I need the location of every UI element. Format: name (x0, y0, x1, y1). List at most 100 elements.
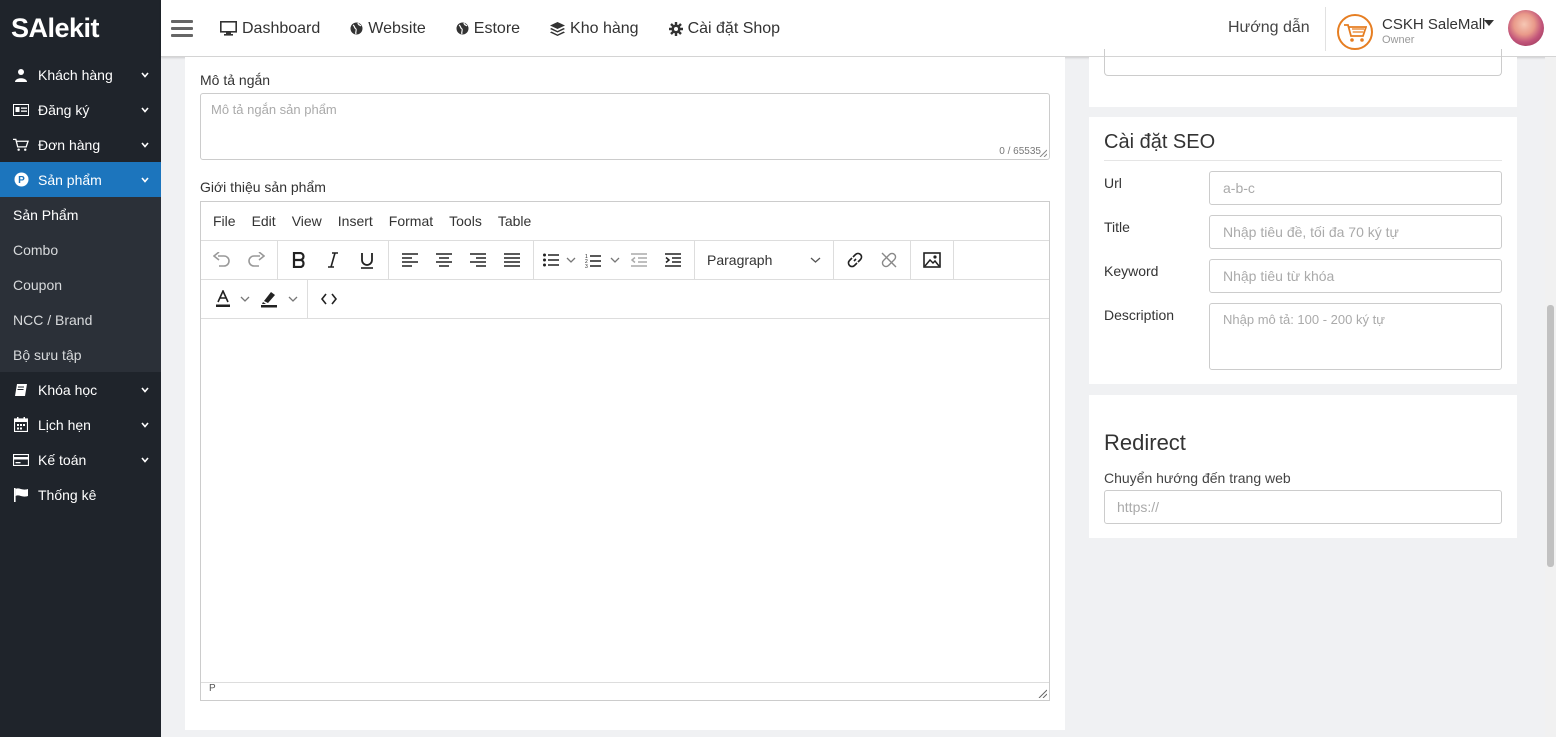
chevron-down-icon (141, 177, 149, 183)
sidebar: SAlekit Khách hàng Đăng ký Đơn hàng P Sả… (0, 0, 161, 737)
sidebar-item-khoa-hoc[interactable]: Khóa học (0, 372, 161, 407)
redirect-url-input[interactable]: https:// (1104, 490, 1502, 524)
topnav-kho-hang[interactable]: Kho hàng (550, 20, 639, 38)
sidebar-item-san-pham[interactable]: P Sản phẩm (0, 162, 161, 197)
bullet-list-icon[interactable] (538, 245, 564, 275)
sidebar-item-khach-hang[interactable]: Khách hàng (0, 57, 161, 92)
editor-content-area[interactable] (201, 319, 1049, 683)
menu-edit[interactable]: Edit (252, 213, 276, 229)
cart-icon (13, 137, 29, 153)
outdent-icon[interactable] (622, 245, 656, 275)
seo-description-placeholder: Nhập mô tả: 100 - 200 ký tự (1223, 312, 1385, 327)
sidebar-subitem-ncc-brand[interactable]: NCC / Brand (0, 302, 161, 337)
avatar[interactable] (1508, 10, 1544, 46)
menu-tools[interactable]: Tools (449, 213, 482, 229)
sidebar-item-thong-ke[interactable]: Thống kê (0, 477, 161, 512)
divider (1325, 7, 1326, 51)
sidebar-subitem-bo-suu-tap[interactable]: Bộ sưu tập (0, 337, 161, 372)
seo-title-placeholder: Nhập tiêu đề, tối đa 70 ký tự (1223, 224, 1399, 240)
editor-toolbar: 123 Paragraph (201, 240, 1049, 280)
bold-icon[interactable] (282, 245, 316, 275)
chevron-down-icon[interactable] (235, 295, 255, 303)
sidebar-item-label: Sản phẩm (38, 171, 102, 188)
flag-icon (13, 487, 29, 503)
sidebar-item-dang-ky[interactable]: Đăng ký (0, 92, 161, 127)
brand-logo[interactable]: SAlekit (0, 0, 161, 57)
block-format-select[interactable]: Paragraph (699, 252, 829, 268)
short-description-textarea[interactable]: Mô tả ngắn sản phẩm 0 / 65535 (200, 93, 1050, 160)
seo-description-textarea[interactable]: Nhập mô tả: 100 - 200 ký tự (1209, 303, 1502, 370)
seo-settings-card: Cài đặt SEO Url a-b-c Title Nhập tiêu đề… (1089, 117, 1517, 384)
hamburger-menu-icon[interactable] (171, 20, 193, 38)
resize-handle-icon[interactable] (1038, 689, 1047, 698)
scrollbar-thumb[interactable] (1547, 305, 1554, 567)
menu-table[interactable]: Table (498, 213, 531, 229)
topnav-estore[interactable]: Estore (456, 20, 520, 38)
seo-keyword-placeholder: Nhập tiêu từ khóa (1223, 268, 1335, 284)
highlight-color-icon[interactable] (255, 284, 283, 314)
sidebar-subitem-coupon[interactable]: Coupon (0, 267, 161, 302)
rich-text-editor: File Edit View Insert Format Tools Table (200, 201, 1050, 701)
seo-keyword-input[interactable]: Nhập tiêu từ khóa (1209, 259, 1502, 293)
numbered-list-icon[interactable]: 123 (578, 245, 608, 275)
align-right-icon[interactable] (461, 245, 495, 275)
italic-icon[interactable] (316, 245, 350, 275)
menu-file[interactable]: File (213, 213, 236, 229)
monitor-icon (220, 21, 237, 36)
topnav-dashboard[interactable]: Dashboard (220, 20, 320, 38)
image-icon[interactable] (915, 245, 949, 275)
shopping-basket-icon (1344, 24, 1367, 42)
caret-down-icon[interactable] (1484, 20, 1494, 26)
sidebar-item-label: Khách hàng (38, 66, 113, 83)
redo-icon[interactable] (239, 245, 273, 275)
topnav-label: Website (368, 19, 426, 37)
sidebar-subitem-san-pham[interactable]: Sản Phẩm (0, 197, 161, 232)
resize-handle-icon[interactable] (1039, 149, 1047, 157)
source-code-icon[interactable] (312, 284, 346, 314)
topnav-cai-dat-shop[interactable]: Cài đặt Shop (668, 20, 780, 38)
element-path[interactable]: P (209, 683, 216, 694)
menu-format[interactable]: Format (389, 213, 433, 229)
user-name[interactable]: CSKH SaleMall (1382, 16, 1485, 33)
align-left-icon[interactable] (393, 245, 427, 275)
seo-url-label: Url (1104, 175, 1122, 191)
shop-logo[interactable] (1337, 14, 1373, 50)
chevron-down-icon[interactable] (283, 295, 303, 303)
sidebar-item-ke-toan[interactable]: Kế toán (0, 442, 161, 477)
page-scrollbar[interactable] (1545, 57, 1556, 737)
chevron-down-icon[interactable] (564, 256, 578, 264)
product-p-icon: P (13, 172, 29, 188)
link-icon[interactable] (838, 245, 872, 275)
credit-card-icon (13, 452, 29, 468)
short-description-placeholder: Mô tả ngắn sản phẩm (211, 102, 337, 117)
sidebar-item-lich-hen[interactable]: Lịch hẹn (0, 407, 161, 442)
sidebar-subitem-combo[interactable]: Combo (0, 232, 161, 267)
sidebar-item-don-hang[interactable]: Đơn hàng (0, 127, 161, 162)
partial-input-field[interactable] (1104, 49, 1502, 76)
align-justify-icon[interactable] (495, 245, 529, 275)
seo-url-input[interactable]: a-b-c (1209, 171, 1502, 205)
id-card-icon (13, 102, 29, 118)
brand-logo-text: SAlekit (11, 13, 100, 43)
undo-icon[interactable] (205, 245, 239, 275)
topnav-website[interactable]: Website (350, 20, 426, 38)
sidebar-submenu-san-pham: Sản Phẩm Combo Coupon NCC / Brand Bộ sưu… (0, 197, 161, 372)
user-role: Owner (1382, 34, 1415, 46)
indent-icon[interactable] (656, 245, 690, 275)
chevron-down-icon[interactable] (608, 256, 622, 264)
seo-title-label: Title (1104, 219, 1130, 235)
menu-insert[interactable]: Insert (338, 213, 373, 229)
topnav-label: Estore (473, 19, 521, 37)
help-link[interactable]: Hướng dẫn (1228, 19, 1310, 37)
editor-statusbar: P (201, 683, 1049, 700)
chevron-down-icon (141, 422, 149, 428)
menu-view[interactable]: View (292, 213, 322, 229)
seo-url-placeholder: a-b-c (1223, 180, 1255, 196)
text-color-icon[interactable] (211, 284, 235, 314)
sidebar-item-label: Đăng ký (38, 101, 90, 118)
unlink-icon[interactable] (872, 245, 906, 275)
product-intro-label: Giới thiệu sản phẩm (200, 179, 326, 195)
seo-title-input[interactable]: Nhập tiêu đề, tối đa 70 ký tự (1209, 215, 1502, 249)
align-center-icon[interactable] (427, 245, 461, 275)
underline-icon[interactable] (350, 245, 384, 275)
